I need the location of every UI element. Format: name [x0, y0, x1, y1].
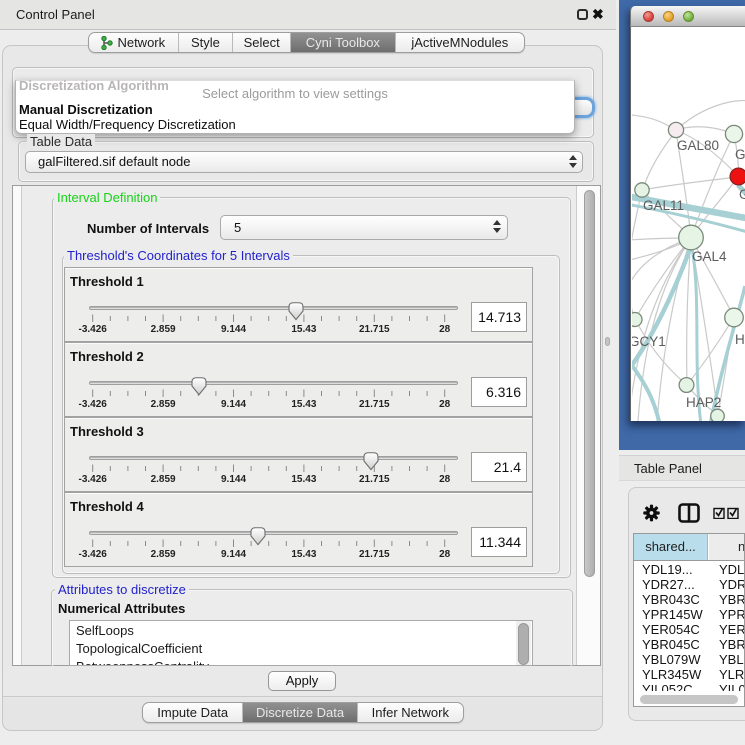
svg-text:GCY1: GCY1: [632, 334, 666, 349]
svg-text:HAP2: HAP2: [686, 395, 721, 410]
svg-text:G: G: [739, 187, 745, 202]
svg-text:GAL11: GAL11: [643, 198, 684, 213]
svg-text:GAL80: GAL80: [677, 138, 719, 153]
svg-text:H: H: [735, 332, 745, 347]
svg-text:GAL4: GAL4: [692, 249, 727, 264]
svg-text:GA: GA: [735, 147, 745, 162]
